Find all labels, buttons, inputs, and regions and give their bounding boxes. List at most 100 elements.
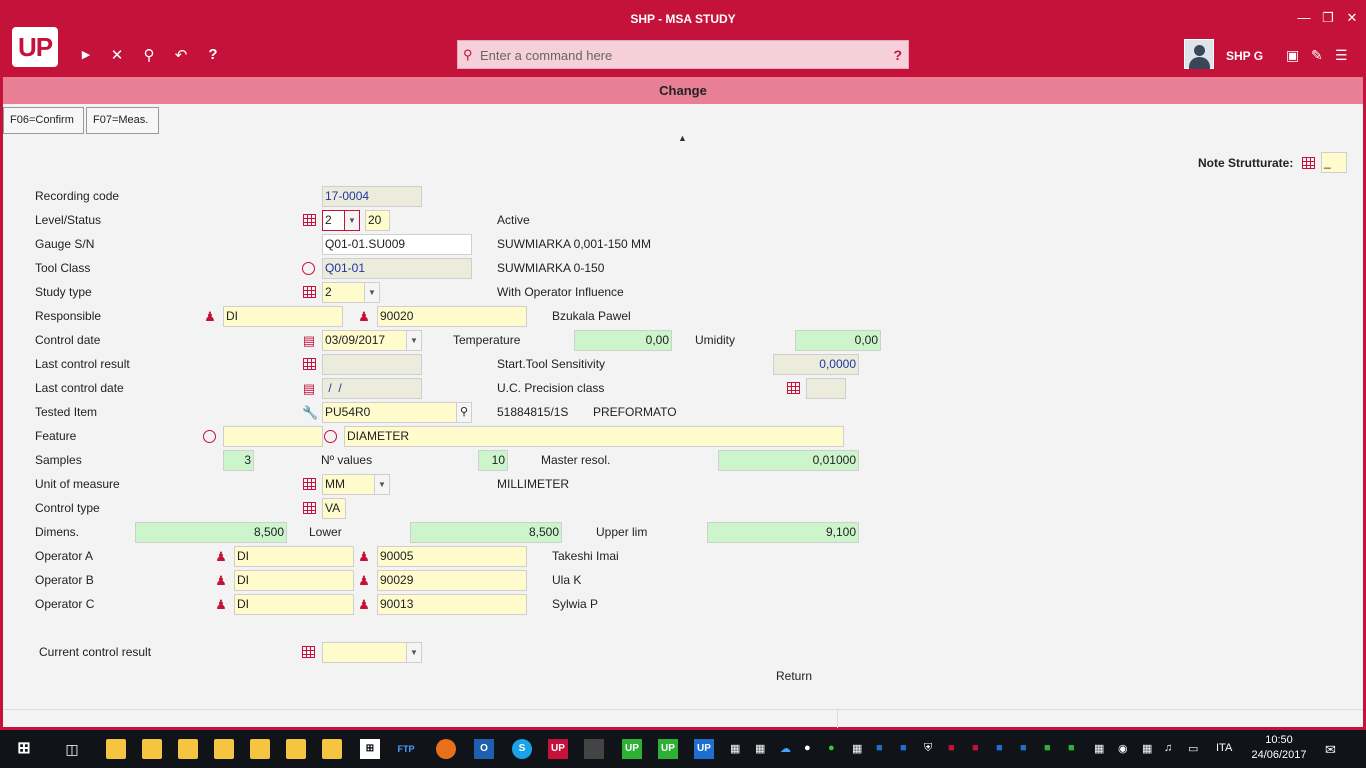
command-help-icon[interactable]: ? — [893, 47, 902, 63]
cancel-icon[interactable]: ✕ — [106, 46, 128, 64]
task-view-icon[interactable]: ◫ — [62, 739, 82, 759]
minimize-button[interactable]: — — [1292, 10, 1316, 25]
shield-icon[interactable]: ⛨ — [924, 742, 932, 755]
folder-icon[interactable] — [214, 739, 234, 759]
cloud-icon[interactable]: ☁ — [780, 742, 791, 755]
tray-icon[interactable]: ▦ — [755, 742, 765, 755]
circle-icon[interactable] — [302, 262, 315, 275]
user-name[interactable]: SHP G — [1226, 49, 1263, 63]
person-icon[interactable]: ♟ — [357, 310, 371, 324]
up-tray-icon[interactable]: ■ — [1044, 742, 1051, 754]
monitor-icon[interactable]: ▣ — [1286, 47, 1299, 64]
command-input[interactable]: ⚲ Enter a command here ? — [457, 40, 909, 69]
recording-code-field[interactable]: 17-0004 — [322, 186, 422, 207]
person-icon[interactable]: ♟ — [214, 598, 228, 612]
lower-field[interactable]: 8,500 — [410, 522, 562, 543]
calendar-icon[interactable]: ▤ — [302, 382, 316, 396]
edit-icon[interactable]: ✎ — [1311, 47, 1323, 64]
store-icon[interactable]: ⊞ — [360, 739, 380, 759]
outlook-icon[interactable]: O — [474, 739, 494, 759]
skype-icon[interactable]: S — [512, 739, 532, 759]
folder-icon[interactable] — [106, 739, 126, 759]
outlook-tray-icon[interactable]: ■ — [996, 742, 1003, 754]
operator-b-code-field[interactable]: 90029 — [377, 570, 527, 591]
up-tray-icon[interactable]: ■ — [972, 742, 979, 754]
upper-field[interactable]: 9,100 — [707, 522, 859, 543]
operator-c-dept-field[interactable]: DI — [234, 594, 354, 615]
grid-icon[interactable] — [303, 286, 316, 298]
operator-b-dept-field[interactable]: DI — [234, 570, 354, 591]
umidity-field[interactable]: 0,00 — [795, 330, 881, 351]
grid-icon[interactable] — [302, 646, 315, 658]
chevron-down-icon[interactable]: ▼ — [406, 330, 422, 351]
n-values-field[interactable]: 10 — [478, 450, 508, 471]
confirm-button[interactable]: F06=Confirm — [3, 107, 84, 134]
folder-icon[interactable] — [142, 739, 162, 759]
tool-class-field[interactable]: Q01-01 — [322, 258, 472, 279]
up-app-icon[interactable]: UP — [622, 739, 642, 759]
up-tray-icon[interactable]: ■ — [948, 742, 955, 754]
lookup-icon[interactable]: ⚲ — [456, 402, 472, 423]
up-tray-icon[interactable]: ■ — [900, 742, 907, 754]
grid-icon[interactable] — [303, 358, 316, 370]
dimens-field[interactable]: 8,500 — [135, 522, 287, 543]
list-icon[interactable]: ☰ — [1335, 47, 1348, 64]
grid-icon[interactable] — [303, 502, 316, 514]
tray-icon[interactable]: ● — [804, 742, 811, 754]
status-field[interactable]: 20 — [365, 210, 390, 231]
control-date-field[interactable]: 03/09/2017 — [322, 330, 410, 351]
person-icon[interactable]: ♟ — [214, 550, 228, 564]
tested-item-field[interactable]: PU54R0 — [322, 402, 458, 423]
feature-field[interactable] — [223, 426, 323, 447]
meas-button[interactable]: F07=Meas. — [86, 107, 159, 134]
up-app-icon[interactable]: UP — [548, 739, 568, 759]
person-icon[interactable]: ♟ — [214, 574, 228, 588]
person-icon[interactable]: ♟ — [203, 310, 217, 324]
grid-icon[interactable] — [303, 478, 316, 490]
help-icon[interactable]: ? — [202, 46, 224, 63]
temperature-field[interactable]: 0,00 — [574, 330, 672, 351]
control-type-field[interactable]: VA — [322, 498, 346, 519]
up-app-icon[interactable]: UP — [658, 739, 678, 759]
search-icon[interactable]: ⚲ — [138, 46, 160, 64]
display-icon[interactable]: ▭ — [1188, 742, 1198, 755]
grid-icon[interactable] — [303, 214, 316, 226]
folder-icon[interactable] — [322, 739, 342, 759]
uc-precision-field[interactable] — [806, 378, 846, 399]
samples-field[interactable]: 3 — [223, 450, 254, 471]
clock[interactable]: 10:50 24/06/2017 — [1244, 733, 1314, 763]
play-icon[interactable]: ▶ — [75, 48, 97, 61]
gauge-field[interactable]: Q01-01.SU009 — [322, 234, 472, 255]
restore-button[interactable]: ❐ — [1316, 10, 1340, 26]
tray-icon[interactable]: ▦ — [852, 742, 862, 755]
up-app-icon[interactable]: UP — [694, 739, 714, 759]
folder-icon[interactable] — [286, 739, 306, 759]
note-field[interactable]: _ — [1321, 152, 1347, 173]
operator-c-code-field[interactable]: 90013 — [377, 594, 527, 615]
tray-icon[interactable]: ▦ — [730, 742, 740, 755]
close-window-button[interactable]: ✕ — [1340, 10, 1364, 26]
calendar-icon[interactable]: ▤ — [302, 334, 316, 348]
avatar[interactable] — [1184, 39, 1214, 69]
language-indicator[interactable]: ITA — [1216, 742, 1232, 754]
chevron-down-icon[interactable]: ▼ — [344, 210, 360, 231]
grid-icon[interactable] — [787, 382, 800, 394]
responsible-dept-field[interactable]: DI — [223, 306, 343, 327]
operator-a-dept-field[interactable]: DI — [234, 546, 354, 567]
circle-icon[interactable] — [324, 430, 337, 443]
study-type-field[interactable]: 2 — [322, 282, 366, 303]
folder-icon[interactable] — [178, 739, 198, 759]
up-tray-icon[interactable]: ■ — [1068, 742, 1075, 754]
return-link[interactable]: Return — [776, 669, 812, 683]
wrench-icon[interactable]: 🔧 — [302, 406, 318, 420]
feature-desc-field[interactable]: DIAMETER — [344, 426, 844, 447]
folder-icon[interactable] — [250, 739, 270, 759]
master-resol-field[interactable]: 0,01000 — [718, 450, 859, 471]
chevron-down-icon[interactable]: ▼ — [406, 642, 422, 663]
firefox-icon[interactable] — [436, 739, 456, 759]
circle-icon[interactable] — [203, 430, 216, 443]
operator-a-code-field[interactable]: 90005 — [377, 546, 527, 567]
responsible-code-field[interactable]: 90020 — [377, 306, 527, 327]
undo-icon[interactable]: ↶ — [170, 46, 192, 64]
ftp-icon[interactable]: FTP — [396, 739, 416, 759]
